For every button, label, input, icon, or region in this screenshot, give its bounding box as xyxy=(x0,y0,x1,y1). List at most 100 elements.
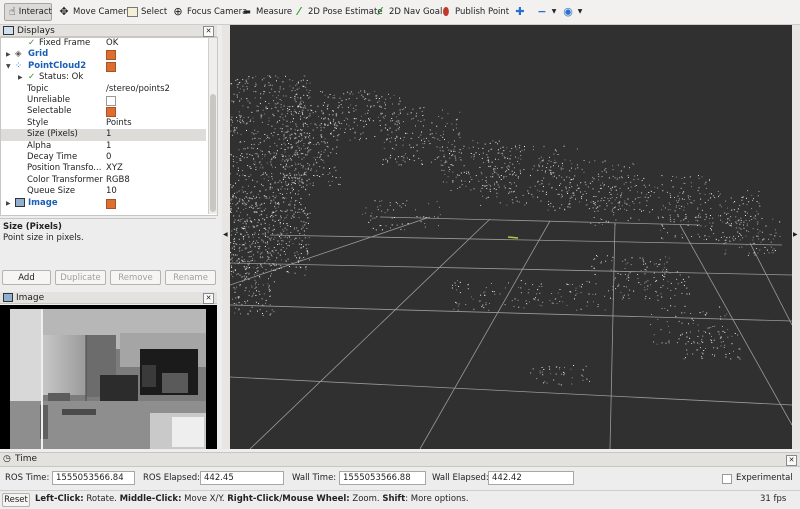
monitor-icon xyxy=(3,26,14,35)
tree-row-queue-size[interactable]: Queue Size 10 xyxy=(1,186,206,197)
description-title: Size (Pixels) xyxy=(3,222,62,232)
wall-time-label: Wall Time: xyxy=(292,471,336,485)
selectable-checkbox[interactable] xyxy=(106,107,116,117)
close-icon[interactable]: ✕ xyxy=(203,293,214,304)
pose-estimate-tool[interactable]: ⁄ 2D Pose Estimate xyxy=(293,3,383,21)
collapse-left-icon[interactable]: ◀ xyxy=(223,231,228,238)
rename-button[interactable]: Rename xyxy=(165,270,216,285)
right-splitter[interactable]: ▶ xyxy=(792,25,800,449)
grid-lines xyxy=(230,217,792,449)
expand-arrow-icon[interactable]: ▶ xyxy=(6,198,11,209)
status-help-text: Left-Click: Rotate. Middle-Click: Move X… xyxy=(35,494,469,504)
expand-arrow-icon[interactable]: ▶ xyxy=(6,49,11,60)
camera-image xyxy=(0,305,217,449)
displays-title: Displays xyxy=(17,26,55,36)
reset-button[interactable]: Reset xyxy=(2,493,30,507)
hand-icon: ☝ xyxy=(9,6,16,18)
tree-row-grid[interactable]: ▶ ◈ Grid xyxy=(1,49,206,60)
grid-enabled-checkbox[interactable] xyxy=(106,50,116,60)
focus-camera-tool[interactable]: ⊕ Focus Camera xyxy=(172,3,247,21)
wall-elapsed-field[interactable]: 442.42 xyxy=(488,471,574,485)
unreliable-checkbox[interactable] xyxy=(106,96,116,106)
ruler-icon: ▬ xyxy=(241,6,253,18)
select-icon xyxy=(127,7,138,17)
time-panel-title: Time xyxy=(15,454,37,464)
expand-arrow-icon[interactable]: ▼ xyxy=(6,61,11,72)
chevron-down-icon: ▼ xyxy=(551,6,557,18)
green-arrow-icon: ⁄ xyxy=(293,6,305,18)
crosshair-icon: ⊕ xyxy=(172,6,184,18)
clock-icon: ◷ xyxy=(3,454,11,464)
displays-tree: ✓ Fixed Frame OK ▶ ◈ Grid ▼ ⁘ PointCloud… xyxy=(0,37,218,216)
tree-row-pointcloud2[interactable]: ▼ ⁘ PointCloud2 xyxy=(1,61,206,72)
pointcloud-icon: ⁘ xyxy=(15,61,22,72)
add-tool-button[interactable]: ✚ xyxy=(514,3,526,21)
duplicate-button[interactable]: Duplicate xyxy=(55,270,106,285)
eye-icon: ◉ xyxy=(562,6,574,18)
ros-time-field[interactable]: 1555053566.84 xyxy=(52,471,135,485)
remove-button[interactable]: Remove xyxy=(110,270,161,285)
toolbar: ☝ Interact ✥ Move Camera Select ⊕ Focus … xyxy=(0,0,800,25)
image-panel-title: Image xyxy=(16,293,44,303)
wall-elapsed-label: Wall Elapsed: xyxy=(432,471,489,485)
wall-time-field[interactable]: 1555053566.88 xyxy=(339,471,426,485)
add-button[interactable]: Add xyxy=(2,270,51,285)
image-icon xyxy=(3,293,13,302)
tree-row-position-transformer[interactable]: Position Transfo... XYZ xyxy=(1,163,206,174)
publish-point-tool[interactable]: ⬮ Publish Point xyxy=(440,3,509,21)
check-icon: ✓ xyxy=(28,38,35,49)
green-arrow-icon: ⁄ xyxy=(374,6,386,18)
view-options-button[interactable]: ◉ ▼ xyxy=(562,3,583,21)
check-icon: ✓ xyxy=(28,72,35,83)
tree-row-unreliable[interactable]: Unreliable xyxy=(1,95,206,106)
description-text: Point size in pixels. xyxy=(3,233,84,243)
tree-row-selectable[interactable]: Selectable xyxy=(1,106,206,117)
3d-viewport[interactable] xyxy=(230,25,792,449)
camera-image-view[interactable] xyxy=(0,305,217,449)
move-camera-tool[interactable]: ✥ Move Camera xyxy=(58,3,132,21)
tree-row-decay-time[interactable]: Decay Time 0 xyxy=(1,152,206,163)
pointcloud-enabled-checkbox[interactable] xyxy=(106,62,116,72)
image-enabled-checkbox[interactable] xyxy=(106,199,116,209)
experimental-label: Experimental xyxy=(736,471,793,485)
left-splitter[interactable]: ◀ xyxy=(222,25,230,449)
map-pin-icon: ⬮ xyxy=(440,6,452,18)
experimental-checkbox[interactable] xyxy=(722,474,732,484)
time-panel-header: ◷ Time ✕ xyxy=(0,452,800,467)
tree-row-alpha[interactable]: Alpha 1 xyxy=(1,141,206,152)
tree-row-color-transformer[interactable]: Color Transformer RGB8 xyxy=(1,175,206,186)
grid-icon: ◈ xyxy=(15,49,22,60)
interact-tool[interactable]: ☝ Interact xyxy=(4,3,52,21)
tree-row-size-pixels[interactable]: Size (Pixels) 1 xyxy=(1,129,206,140)
close-icon[interactable]: ✕ xyxy=(203,26,214,37)
tree-row-image[interactable]: ▶ Image xyxy=(1,198,206,209)
scrollbar-thumb[interactable] xyxy=(210,94,216,212)
displays-scrollbar[interactable] xyxy=(208,38,217,214)
ros-elapsed-label: ROS Elapsed: xyxy=(143,471,200,485)
nav-goal-tool[interactable]: ⁄ 2D Nav Goal xyxy=(374,3,442,21)
status-bar: Reset Left-Click: Rotate. Middle-Click: … xyxy=(0,490,800,509)
tree-row-topic[interactable]: Topic /stereo/points2 xyxy=(1,84,206,95)
ros-elapsed-field[interactable]: 442.45 xyxy=(200,471,284,485)
tree-row-fixed-frame[interactable]: ✓ Fixed Frame OK xyxy=(1,38,206,49)
plus-icon: ✚ xyxy=(514,6,526,18)
ros-time-label: ROS Time: xyxy=(5,471,49,485)
displays-panel-header: Displays ✕ xyxy=(0,25,217,37)
expand-arrow-icon[interactable]: ▶ xyxy=(18,72,23,83)
image-icon xyxy=(15,198,25,211)
close-icon[interactable]: ✕ xyxy=(786,455,797,466)
fps-readout: 31 fps xyxy=(760,494,786,504)
measure-tool[interactable]: ▬ Measure xyxy=(241,3,292,21)
collapse-right-icon[interactable]: ▶ xyxy=(793,231,798,238)
minus-icon: − xyxy=(536,6,548,18)
property-description: Size (Pixels) Point size in pixels. xyxy=(0,218,216,263)
tree-row-status[interactable]: ▶ ✓ Status: Ok xyxy=(1,72,206,83)
chevron-down-icon: ▼ xyxy=(577,6,583,18)
select-tool[interactable]: Select xyxy=(127,3,167,21)
move-icon: ✥ xyxy=(58,6,70,18)
point-cloud-render xyxy=(230,25,792,449)
image-panel-header: Image ✕ xyxy=(0,292,217,304)
remove-tool-button[interactable]: − ▼ xyxy=(536,3,557,21)
point-cloud-points xyxy=(230,75,781,385)
tree-row-style[interactable]: Style Points xyxy=(1,118,206,129)
